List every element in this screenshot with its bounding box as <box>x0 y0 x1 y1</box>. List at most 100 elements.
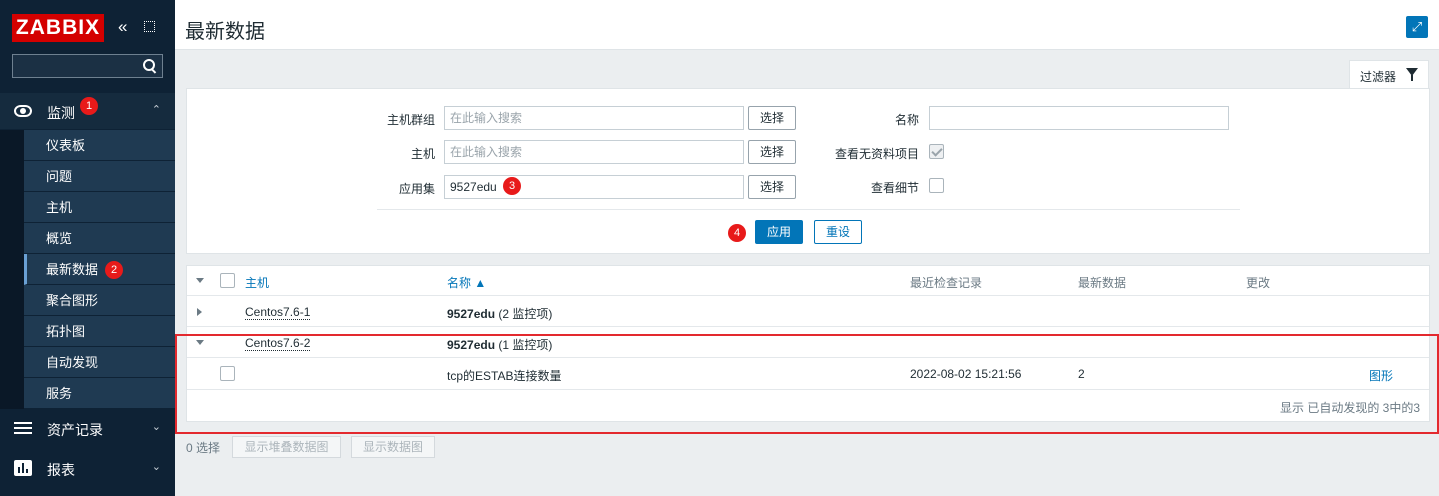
submenu-item-label: 最新数据 <box>46 262 99 277</box>
sidebar-search-input[interactable] <box>12 54 163 78</box>
column-header-last-value: 最新数据 <box>1078 276 1127 290</box>
column-header-host[interactable]: 主机 <box>245 274 269 291</box>
submenu-item-discovery[interactable]: 自动发现 <box>24 347 175 378</box>
application-name: 9527edu <box>447 307 496 321</box>
host-link[interactable]: Centos7.6-2 <box>245 336 311 351</box>
host-group-input[interactable]: 在此输入搜索 <box>444 106 744 130</box>
annotation-badge: 4 <box>728 224 746 242</box>
table-header-row: 主机 名称 ▲ 最近检查记录 最新数据 更改 <box>187 266 1429 296</box>
application-group: 9527edu (1 监控项) <box>447 336 552 353</box>
menu-section-reports[interactable]: 报表 ⌄ <box>0 450 175 486</box>
item-count: (1 监控项) <box>498 338 553 352</box>
table-row: Centos7.6-2 9527edu (1 监控项) <box>187 327 1429 358</box>
table-footer-summary: 显示 已自动发现的 3中的3 <box>1280 401 1421 415</box>
show-details-checkbox[interactable] <box>929 178 944 193</box>
reset-button[interactable]: 重设 <box>814 220 862 244</box>
graph-link[interactable]: 图形 <box>1369 367 1393 384</box>
submenu-item-latest-data[interactable]: 最新数据 2 <box>24 254 175 285</box>
application-group: 9527edu (2 监控项) <box>447 305 552 322</box>
application-name: 9527edu <box>447 338 496 352</box>
annotation-badge: 3 <box>503 177 521 195</box>
name-label: 名称 <box>894 113 919 127</box>
table-row: Centos7.6-1 9527edu (2 监控项) <box>187 296 1429 327</box>
submenu-indent <box>0 130 24 409</box>
select-all-checkbox[interactable] <box>220 273 235 288</box>
submenu-item-problems[interactable]: 问题 <box>24 161 175 192</box>
host-select-button[interactable]: 选择 <box>748 140 796 164</box>
logo-row: ZABBIX « <box>12 14 167 42</box>
submenu-item-dashboard[interactable]: 仪表板 <box>24 130 175 161</box>
filter-tab-label: 过滤器 <box>1360 70 1397 84</box>
host-label: 主机 <box>410 147 435 161</box>
submenu-item-label: 仪表板 <box>46 138 86 153</box>
fullscreen-button[interactable]: ⤢ <box>1406 16 1428 38</box>
submenu-item-overview[interactable]: 概览 <box>24 223 175 254</box>
bar-chart-icon <box>14 460 32 476</box>
collapse-icon[interactable] <box>196 340 204 345</box>
search-icon[interactable] <box>143 59 156 72</box>
application-select-button[interactable]: 选择 <box>748 175 796 199</box>
annotation-badge: 1 <box>80 97 98 115</box>
column-header-last-check: 最近检查记录 <box>910 276 983 290</box>
display-graph-button[interactable]: 显示数据图 <box>351 436 435 458</box>
collapse-all-icon[interactable] <box>196 278 204 283</box>
menu-section-monitoring[interactable]: 监测 1 ⌃ <box>0 93 175 129</box>
submenu-item-maps[interactable]: 拓扑图 <box>24 316 175 347</box>
submenu-item-label: 主机 <box>46 200 73 215</box>
expand-icon[interactable] <box>197 308 202 316</box>
column-header-change: 更改 <box>1246 276 1271 290</box>
zabbix-logo[interactable]: ZABBIX <box>12 14 104 42</box>
page-title: 最新数据 <box>185 21 265 43</box>
application-value: 9527edu <box>450 180 497 194</box>
host-input[interactable]: 在此输入搜索 <box>444 140 744 164</box>
monitoring-submenu: 仪表板 问题 主机 概览 最新数据 2 聚合图形 拓扑图 自动发现 服务 <box>24 130 175 409</box>
submenu-item-screens[interactable]: 聚合图形 <box>24 285 175 316</box>
item-count: (2 监控项) <box>498 307 553 321</box>
application-input[interactable]: 9527edu <box>444 175 744 199</box>
submenu-item-services[interactable]: 服务 <box>24 378 175 409</box>
filter-panel: 主机群组 在此输入搜索 选择 主机 在此输入搜索 选择 应用集 9527edu … <box>186 88 1430 254</box>
sidebar: ZABBIX « 监测 1 ⌃ 仪表板 问题 主机 概览 最新数据 2 聚合图形… <box>0 0 175 496</box>
list-icon <box>14 422 32 434</box>
filter-tab[interactable]: 过滤器 <box>1349 60 1429 88</box>
latest-data-table: 主机 名称 ▲ 最近检查记录 最新数据 更改 Centos7.6-1 9527e… <box>186 265 1430 422</box>
host-link[interactable]: Centos7.6-1 <box>245 305 311 320</box>
item-checkbox[interactable] <box>220 366 235 381</box>
application-label: 应用集 <box>398 182 435 196</box>
submenu-item-label: 服务 <box>46 386 73 401</box>
table-row: tcp的ESTAB连接数量 2022-08-02 15:21:56 2 图形 <box>187 358 1429 390</box>
page-header: 最新数据 ⤢ <box>175 0 1439 50</box>
chevron-down-icon: ⌄ <box>151 421 161 433</box>
placeholder: 在此输入搜索 <box>450 145 523 159</box>
show-details-label: 查看细节 <box>870 181 919 195</box>
chevron-up-icon: ⌃ <box>151 104 161 116</box>
eye-icon <box>14 105 32 117</box>
item-last-check: 2022-08-02 15:21:56 <box>910 367 1022 381</box>
expand-icon: ⤢ <box>1411 19 1423 34</box>
column-header-name[interactable]: 名称 ▲ <box>447 274 486 291</box>
submenu-item-hosts[interactable]: 主机 <box>24 192 175 223</box>
menu-section-inventory[interactable]: 资产记录 ⌄ <box>0 410 175 446</box>
kiosk-mode-icon[interactable] <box>144 21 155 32</box>
host-group-select-button[interactable]: 选择 <box>748 106 796 130</box>
show-items-without-data-label: 查看无资料项目 <box>834 147 919 161</box>
filter-icon <box>1406 68 1418 81</box>
submenu-item-label: 聚合图形 <box>46 293 99 308</box>
display-stacked-graph-button[interactable]: 显示堆叠数据图 <box>232 436 341 458</box>
selected-count: 0 选择 <box>186 441 221 455</box>
submenu-item-label: 概览 <box>46 231 73 246</box>
submenu-item-label: 问题 <box>46 169 73 184</box>
submenu-item-label: 自动发现 <box>46 355 99 370</box>
menu-section-label: 资产记录 <box>47 422 103 438</box>
annotation-badge: 2 <box>105 261 123 279</box>
item-last-value: 2 <box>1078 367 1085 381</box>
apply-button[interactable]: 应用 <box>755 220 803 244</box>
show-items-without-data-checkbox[interactable] <box>929 144 944 159</box>
host-group-label: 主机群组 <box>386 113 435 127</box>
menu-section-label: 报表 <box>47 462 75 478</box>
filter-divider <box>377 209 1240 210</box>
collapse-sidebar-icon[interactable]: « <box>118 16 127 38</box>
name-input[interactable] <box>929 106 1229 130</box>
submenu-item-label: 拓扑图 <box>46 324 86 339</box>
menu-section-label: 监测 <box>47 105 75 121</box>
